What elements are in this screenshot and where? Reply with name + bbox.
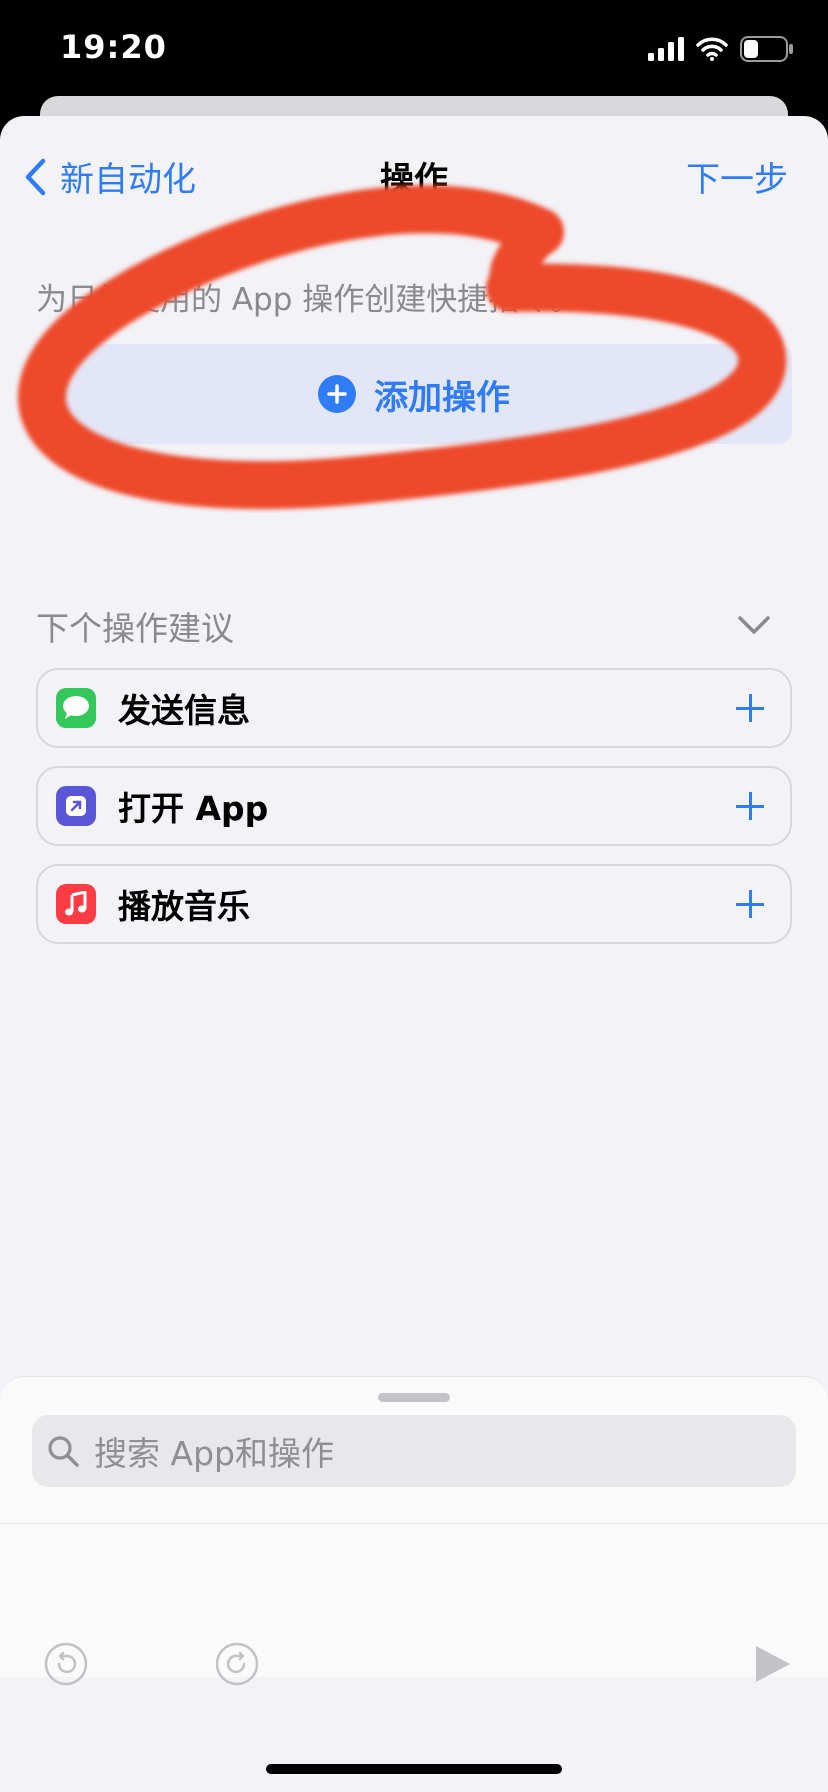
suggestion-play-music[interactable]: 播放音乐 <box>36 864 792 944</box>
add-action-label: 添加操作 <box>374 377 510 418</box>
suggestion-label: 打开 App <box>118 789 269 828</box>
chevron-down-icon[interactable] <box>738 616 770 634</box>
next-button[interactable]: 下一步 <box>686 152 788 201</box>
suggestions-header: 下个操作建议 <box>36 609 234 648</box>
search-input[interactable]: 搜索 App和操作 <box>32 1415 796 1487</box>
cellular-signal-icon <box>648 37 684 61</box>
add-icon[interactable] <box>732 886 768 922</box>
wifi-icon <box>696 37 728 61</box>
music-icon <box>56 884 96 924</box>
plus-circle-icon <box>318 375 356 413</box>
suggestion-send-message[interactable]: 发送信息 <box>36 668 792 748</box>
add-icon[interactable] <box>732 690 768 726</box>
search-icon <box>48 1436 79 1467</box>
home-indicator <box>266 1764 562 1774</box>
suggestion-label: 发送信息 <box>118 691 250 730</box>
battery-icon <box>740 36 793 62</box>
suggestion-open-app[interactable]: 打开 App <box>36 766 792 846</box>
redo-icon[interactable] <box>215 1642 259 1686</box>
bottom-panel: 搜索 App和操作 <box>0 1376 828 1677</box>
add-icon[interactable] <box>732 788 768 824</box>
status-time: 19:20 <box>60 28 167 66</box>
status-bar: 19:20 <box>0 0 828 96</box>
description-text: 为日常使用的 App 操作创建快捷指令。 <box>36 282 582 318</box>
play-icon[interactable] <box>750 1642 794 1686</box>
status-icons <box>648 34 794 64</box>
sheet-grabber[interactable] <box>378 1393 450 1402</box>
open-app-icon <box>56 786 96 826</box>
add-action-button[interactable]: 添加操作 <box>36 344 792 444</box>
undo-icon[interactable] <box>44 1642 88 1686</box>
toolbar-divider <box>0 1523 828 1524</box>
suggestion-label: 播放音乐 <box>118 887 250 926</box>
search-placeholder: 搜索 App和操作 <box>94 1434 334 1473</box>
messages-icon <box>56 688 96 728</box>
